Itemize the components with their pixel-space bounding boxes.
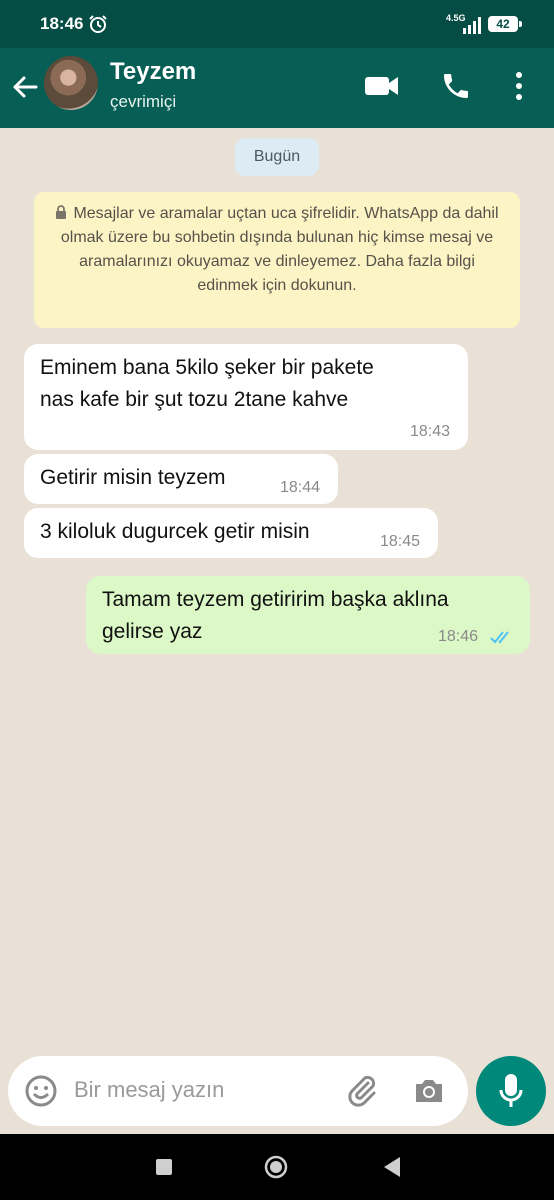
message-text: Getirir misin teyzem	[40, 466, 226, 489]
back-arrow-icon[interactable]	[10, 72, 40, 102]
chat-area[interactable]: Bugün Mesajlar ve aramalar uçtan uca şif…	[0, 128, 554, 1134]
chat-header: Teyzem çevrimiçi	[0, 48, 554, 128]
recent-apps-icon[interactable]	[156, 1159, 172, 1175]
contact-avatar[interactable]	[44, 56, 98, 110]
message-text: 3 kiloluk dugurcek getir misin	[40, 520, 310, 543]
encryption-notice-text: Mesajlar ve aramalar uçtan uca şifrelidi…	[60, 205, 499, 294]
home-icon[interactable]	[264, 1155, 288, 1179]
date-divider: Bugün	[235, 138, 319, 176]
message-time: 18:45	[380, 533, 421, 550]
voice-call-icon[interactable]	[440, 70, 472, 102]
alarm-icon	[89, 15, 107, 33]
message-bubble-outgoing[interactable]: Tamam teyzem getiririm başka aklına geli…	[86, 576, 530, 654]
contact-name[interactable]: Teyzem	[110, 58, 196, 86]
battery-indicator: 42	[488, 16, 522, 32]
message-time: 18:46	[438, 628, 479, 645]
more-options-icon[interactable]	[512, 70, 526, 102]
message-text: Tamam teyzem getiririm başka aklına geli…	[102, 584, 449, 648]
attach-icon[interactable]	[344, 1072, 380, 1108]
message-line: Tamam teyzem getiririm başka aklına	[102, 588, 449, 611]
message-line: gelirse yaz	[102, 620, 203, 643]
message-text: Eminem bana 5kilo şeker bir pakete nas k…	[40, 352, 374, 416]
message-bubble-incoming[interactable]: 3 kiloluk dugurcek getir misin 18:45	[24, 508, 438, 558]
message-time: 18:43	[410, 423, 451, 440]
microphone-icon	[499, 1074, 523, 1107]
message-input[interactable]: Bir mesaj yazın	[74, 1077, 224, 1103]
message-line: nas kafe bir şut tozu 2tane kahve	[40, 388, 349, 411]
message-time: 18:44	[280, 479, 321, 496]
message-line: Eminem bana 5kilo şeker bir pakete	[40, 356, 374, 379]
system-navigation-bar	[0, 1134, 554, 1200]
voice-message-button[interactable]	[476, 1056, 546, 1126]
message-composer[interactable]: Bir mesaj yazın	[8, 1056, 468, 1126]
camera-icon[interactable]	[412, 1074, 446, 1108]
read-receipt-icon	[490, 631, 509, 644]
status-time: 18:46	[40, 14, 84, 33]
signal-icon	[463, 17, 481, 34]
video-call-icon[interactable]	[364, 72, 400, 100]
status-bar: 18:46 4.5G 42	[0, 0, 554, 48]
back-icon[interactable]	[382, 1155, 402, 1179]
encryption-notice[interactable]: Mesajlar ve aramalar uçtan uca şifrelidi…	[34, 192, 520, 328]
message-bubble-incoming[interactable]: Getirir misin teyzem 18:44	[24, 454, 338, 504]
contact-status: çevrimiçi	[110, 92, 177, 111]
message-bubble-incoming[interactable]: Eminem bana 5kilo şeker bir pakete nas k…	[24, 344, 468, 450]
emoji-icon[interactable]	[24, 1074, 58, 1108]
lock-icon	[56, 205, 67, 219]
